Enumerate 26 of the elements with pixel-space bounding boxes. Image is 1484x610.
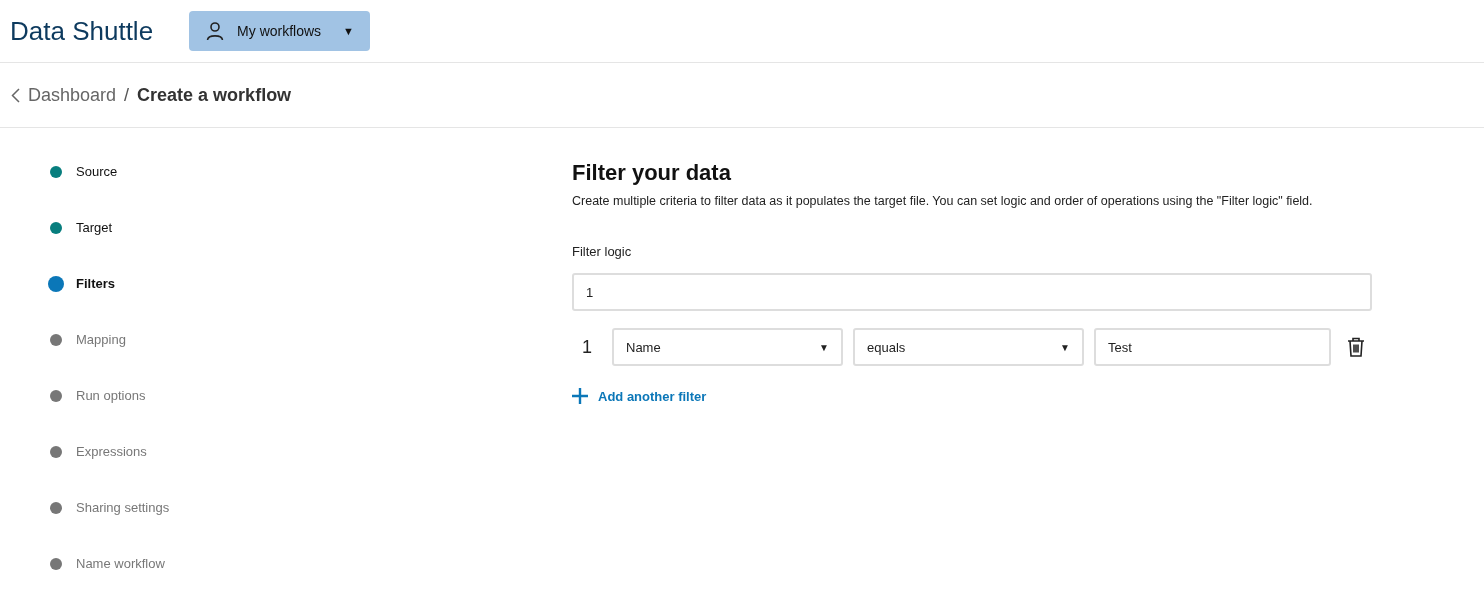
step-label[interactable]: Run options xyxy=(76,388,146,404)
step-label[interactable]: Mapping xyxy=(76,332,126,348)
chevron-left-icon xyxy=(11,87,20,103)
filter-value-field[interactable]: Test xyxy=(1094,328,1331,366)
my-workflows-button[interactable]: My workflows ▼ xyxy=(189,11,370,51)
trash-icon[interactable] xyxy=(1347,337,1365,357)
breadcrumb-separator: / xyxy=(124,84,130,106)
operator-select[interactable]: equals ▼ xyxy=(853,328,1084,366)
field-select[interactable]: Name ▼ xyxy=(612,328,843,366)
dashboard-link[interactable]: Dashboard xyxy=(28,84,117,106)
step-label[interactable]: Filters xyxy=(76,276,307,292)
add-filter-button[interactable]: Add another filter xyxy=(572,388,707,404)
step-label[interactable]: Name workflow xyxy=(76,556,165,572)
section-description: Create multiple criteria to filter data as it populates the target file. You can set logic and order of operations using the "Filter logic" field. xyxy=(572,193,1314,210)
filter-number: 1 xyxy=(581,336,593,358)
step-label[interactable]: Sharing settings xyxy=(76,500,170,516)
section-heading: Filter your data xyxy=(572,160,732,186)
filter-logic-label: Filter logic xyxy=(572,244,633,259)
step-label[interactable]: Source xyxy=(76,164,118,180)
step-label[interactable]: Target xyxy=(76,220,113,236)
plus-icon xyxy=(572,388,588,404)
app-title: Data Shuttle xyxy=(10,15,154,47)
breadcrumb-current: Create a workflow xyxy=(137,84,292,106)
user-icon xyxy=(205,21,226,41)
filter-logic-field[interactable]: 1 xyxy=(572,273,1372,311)
step-label[interactable]: Expressions xyxy=(76,444,147,460)
